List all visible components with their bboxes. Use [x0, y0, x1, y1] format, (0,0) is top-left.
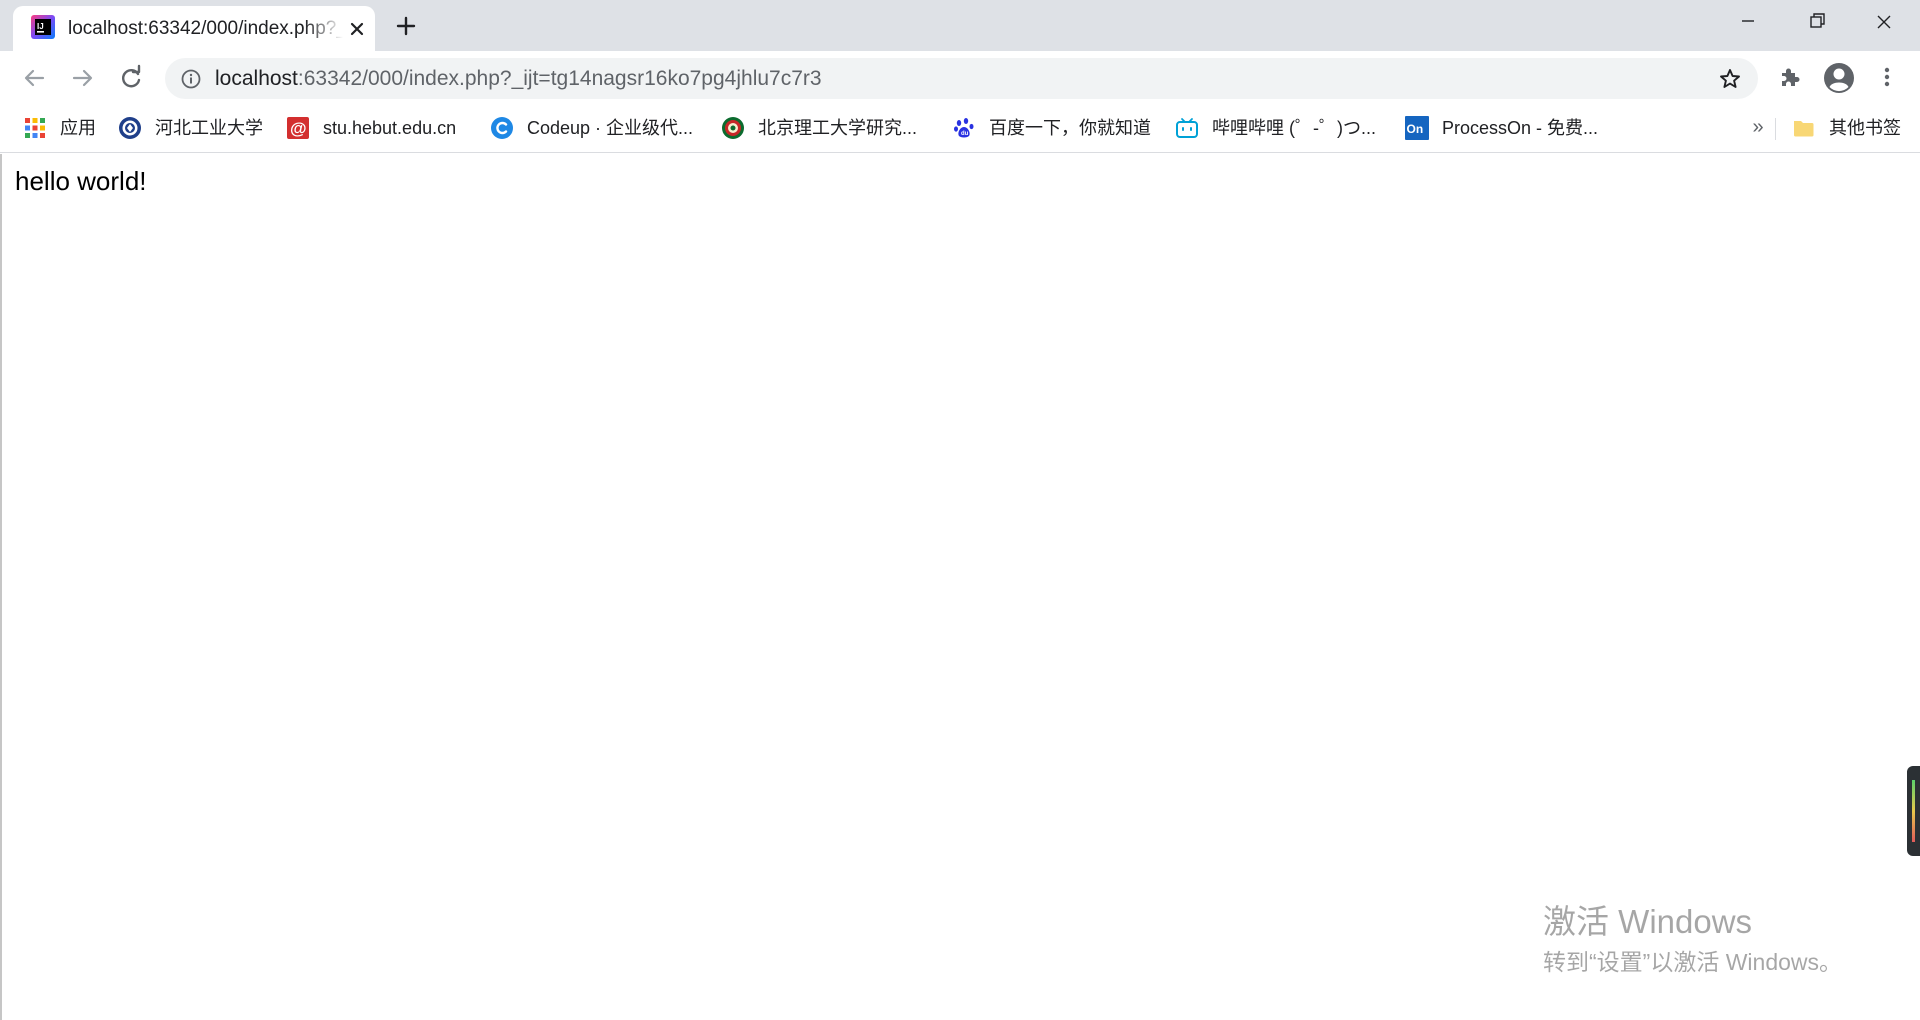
- apps-grid-icon: [23, 116, 47, 140]
- bookmarks-bar: 应用 河北工业大学 @ stu.hebut.edu.cn Codeup · 企业…: [0, 104, 1920, 153]
- bit-emblem-icon: [721, 116, 745, 140]
- forward-arrow-icon[interactable]: [68, 63, 98, 93]
- new-tab-plus-icon[interactable]: [392, 12, 420, 40]
- page-viewport: hello world! 激活 Windows 转到“设置”以激活 Window…: [0, 154, 1920, 1020]
- bookmark-label: stu.hebut.edu.cn: [323, 118, 457, 138]
- bookmark-label: 其他书签: [1829, 118, 1901, 138]
- window-close-icon[interactable]: [1850, 0, 1918, 44]
- more-vert-icon[interactable]: [1874, 64, 1900, 90]
- bilibili-tv-icon: [1175, 116, 1199, 140]
- url-host: localhost: [215, 67, 298, 90]
- codeup-icon: [490, 116, 514, 140]
- floating-side-widget[interactable]: [1907, 766, 1920, 856]
- url-text[interactable]: localhost:63342/000/index.php?_ijt=tg14n…: [215, 58, 822, 99]
- bookmark-star-icon[interactable]: [1718, 67, 1742, 91]
- restore-icon[interactable]: [1782, 0, 1850, 44]
- hebut-emblem-icon: [118, 116, 142, 140]
- widget-level-bar: [1912, 780, 1915, 842]
- reload-icon[interactable]: [116, 63, 146, 93]
- tab-title: localhost:63342/000/index.php?_ijt=tg14n…: [68, 18, 343, 39]
- chevron-double-right-icon[interactable]: »: [1746, 116, 1770, 140]
- extensions-puzzle-icon[interactable]: [1777, 64, 1803, 90]
- close-icon[interactable]: [346, 18, 368, 40]
- svg-text:On: On: [1407, 122, 1424, 136]
- at-sign-icon: @: [286, 116, 310, 140]
- bookmark-label: ProcessOn - 免费...: [1442, 118, 1599, 138]
- bookmark-label: 应用: [60, 118, 96, 138]
- url-path: :63342/000/index.php?_ijt=tg14nagsr16ko7…: [297, 67, 822, 90]
- svg-text:du: du: [961, 131, 969, 137]
- bookmark-label: 北京理工大学研究...: [758, 118, 918, 138]
- info-icon[interactable]: [180, 68, 202, 90]
- minimize-icon[interactable]: [1714, 0, 1782, 44]
- processon-icon: On: [1405, 116, 1429, 140]
- address-bar[interactable]: localhost:63342/000/index.php?_ijt=tg14n…: [165, 58, 1758, 99]
- back-arrow-icon[interactable]: [19, 63, 49, 93]
- svg-text:@: @: [290, 119, 307, 138]
- bookmark-label: 河北工业大学: [155, 118, 263, 138]
- tab-strip: IJ localhost:63342/000/index.php?_ijt=tg…: [0, 0, 1920, 51]
- browser-toolbar: localhost:63342/000/index.php?_ijt=tg14n…: [0, 51, 1920, 104]
- profile-avatar-icon[interactable]: [1822, 61, 1856, 95]
- bookmark-label: 哔哩哔哩 (゜-゜)つ...: [1212, 118, 1376, 138]
- bookmark-label: Codeup · 企业级代...: [527, 118, 694, 138]
- baidu-paw-icon: du: [952, 116, 976, 140]
- svg-text:IJ: IJ: [37, 22, 44, 31]
- jetbrains-icon: IJ: [30, 14, 56, 40]
- tab-active[interactable]: IJ localhost:63342/000/index.php?_ijt=tg…: [13, 6, 375, 51]
- activation-watermark-subtitle: 转到“设置”以激活 Windows。: [1543, 949, 1843, 975]
- page-body-text: hello world!: [15, 166, 147, 196]
- bookmarks-separator: [1775, 118, 1776, 140]
- activation-watermark-title: 激活 Windows: [1543, 903, 1753, 940]
- folder-icon: [1792, 116, 1816, 140]
- bookmark-label: 百度一下，你就知道: [989, 118, 1151, 138]
